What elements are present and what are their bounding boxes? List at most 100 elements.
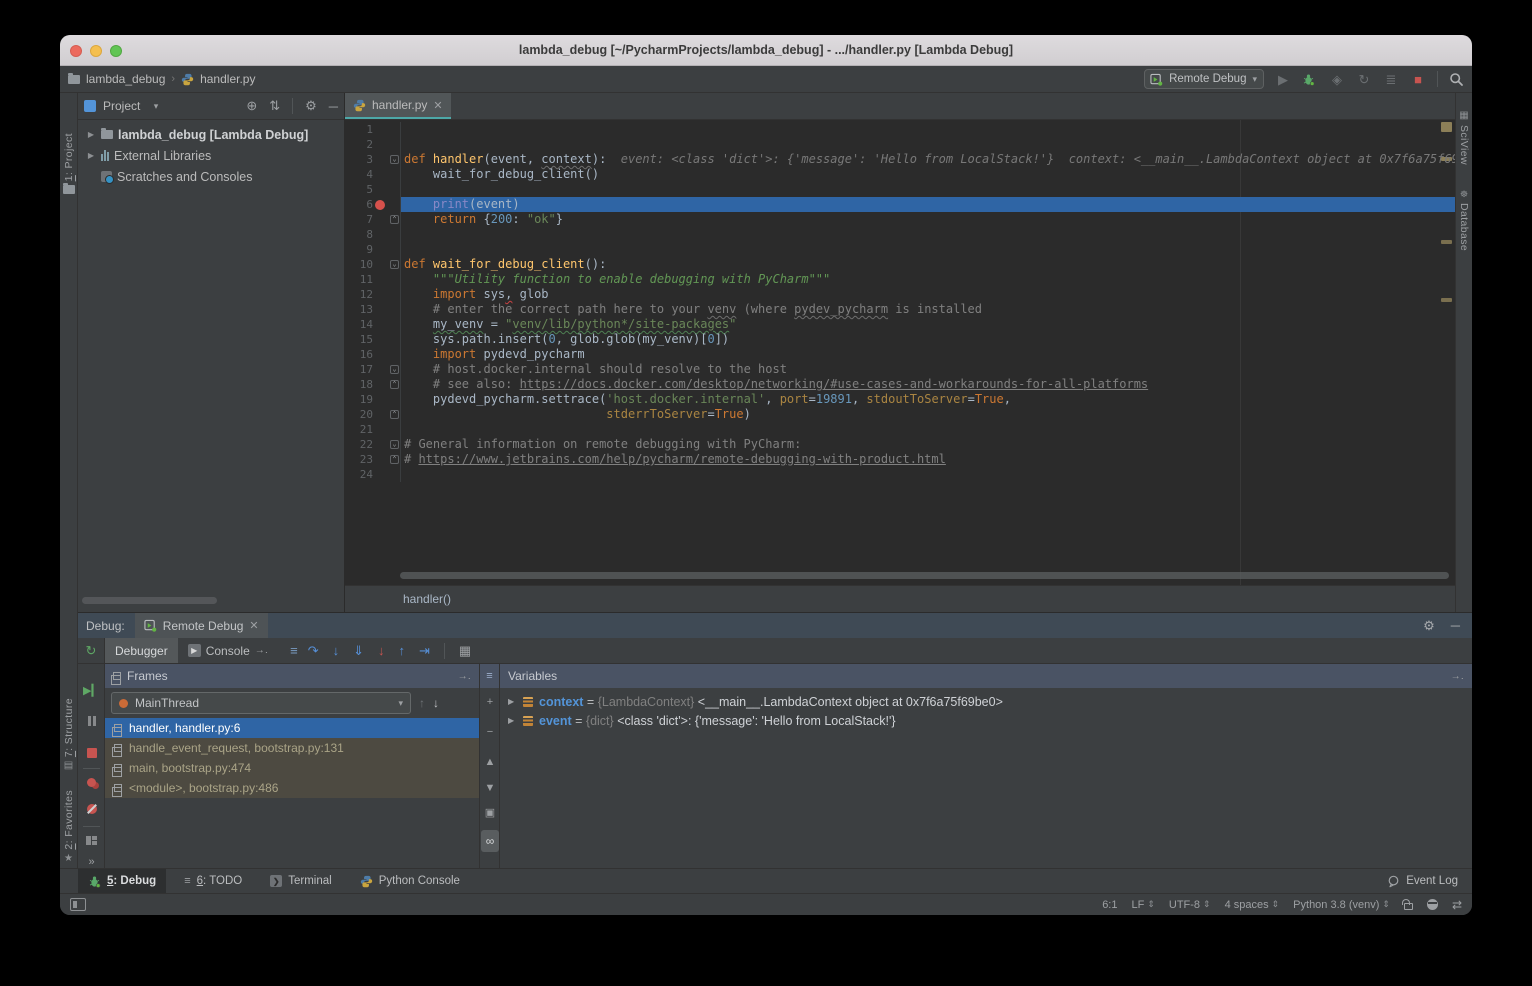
breadcrumb-project[interactable]: lambda_debug	[86, 72, 165, 86]
code-text[interactable]	[401, 137, 1455, 152]
breakpoint-gutter[interactable]	[373, 407, 389, 422]
line-number[interactable]: 13	[345, 302, 373, 317]
line-number[interactable]: 22	[345, 437, 373, 452]
code-text[interactable]: def handler(event, context): event: <cla…	[401, 152, 1455, 167]
more-icon[interactable]: »	[78, 856, 105, 868]
breakpoint-gutter[interactable]	[373, 152, 389, 167]
code-text[interactable]	[401, 182, 1455, 197]
code-line[interactable]: 15 sys.path.insert(0, glob.glob(my_venv)…	[345, 332, 1455, 347]
line-number[interactable]: 21	[345, 422, 373, 437]
line-number[interactable]: 6	[345, 197, 373, 212]
sidebar-item-database[interactable]: ☸Database	[1456, 189, 1472, 251]
code-line[interactable]: 3⌄def handler(event, context): event: <c…	[345, 152, 1455, 167]
line-number[interactable]: 20	[345, 407, 373, 422]
code-text[interactable]: print(event)	[401, 197, 1455, 212]
code-text[interactable]: def wait_for_debug_client():	[401, 257, 1455, 272]
breakpoint-gutter[interactable]	[373, 212, 389, 227]
code-text[interactable]: # https://www.jetbrains.com/help/pycharm…	[401, 452, 1455, 467]
code-text[interactable]: # host.docker.internal should resolve to…	[401, 362, 1455, 377]
run-to-cursor-icon[interactable]: ⇥	[419, 644, 430, 658]
tree-item[interactable]: ▶lambda_debug [Lambda Debug]	[78, 124, 344, 145]
toolwindow-tab-5-debug[interactable]: 5: Debug	[78, 869, 166, 894]
line-number[interactable]: 7	[345, 212, 373, 227]
zoom-button[interactable]	[110, 45, 122, 57]
tree-item[interactable]: Scratches and Consoles	[78, 166, 344, 187]
code-text[interactable]	[401, 422, 1455, 437]
breakpoint-gutter[interactable]	[373, 377, 389, 392]
code-text[interactable]	[401, 242, 1455, 257]
duplicate-watch-icon[interactable]: ▣	[480, 806, 500, 819]
hide-panel-icon[interactable]: ─	[1451, 618, 1460, 634]
code-line[interactable]: 18⌃ # see also: https://docs.docker.com/…	[345, 377, 1455, 392]
code-text[interactable]: stderrToServer=True)	[401, 407, 1455, 422]
search-everywhere-icon[interactable]	[1449, 72, 1464, 87]
frame-row[interactable]: handle_event_request, bootstrap.py:131	[105, 738, 479, 758]
editor-tab-handler-py[interactable]: handler.py ✕	[345, 93, 451, 119]
rerun-icon[interactable]: ↻	[86, 643, 97, 659]
close-tab-icon[interactable]: ✕	[433, 99, 442, 112]
breakpoint-gutter[interactable]	[373, 452, 389, 467]
expand-arrow-icon[interactable]: ▶	[86, 151, 96, 160]
code-text[interactable]	[401, 227, 1455, 242]
frame-row[interactable]: handler, handler.py:6	[105, 718, 479, 738]
toolwindow-tab-python-console[interactable]: Python Console	[350, 869, 470, 894]
line-number[interactable]: 23	[345, 452, 373, 467]
code-area[interactable]: 123⌄def handler(event, context): event: …	[345, 120, 1455, 585]
project-panel-title[interactable]: Project ▾	[103, 99, 158, 113]
locate-file-icon[interactable]: ⊕	[246, 98, 257, 114]
stop-icon[interactable]: ■	[1410, 73, 1426, 86]
line-number[interactable]: 5	[345, 182, 373, 197]
code-line[interactable]: 17⌄ # host.docker.internal should resolv…	[345, 362, 1455, 377]
fold-open-icon[interactable]: ⌄	[390, 155, 399, 164]
debug-bug-icon[interactable]	[1302, 73, 1318, 86]
step-over-icon[interactable]: ↷	[308, 644, 319, 658]
tree-item[interactable]: ▶External Libraries	[78, 145, 344, 166]
breakpoint-gutter[interactable]	[373, 137, 389, 152]
step-into-icon[interactable]: ↓	[333, 644, 340, 658]
code-text[interactable]: # General information on remote debuggin…	[401, 437, 1455, 452]
code-text[interactable]	[401, 122, 1455, 137]
line-number[interactable]: 4	[345, 167, 373, 182]
sidebar-item-2-favorites[interactable]: 2: Favorites★	[60, 790, 77, 864]
line-number[interactable]: 10	[345, 257, 373, 272]
code-text[interactable]: wait_for_debug_client()	[401, 167, 1455, 182]
move-up-icon[interactable]: ▲	[480, 756, 500, 768]
view-breakpoints-icon[interactable]	[78, 778, 105, 787]
pause-icon[interactable]	[78, 716, 105, 726]
code-line[interactable]: 8	[345, 227, 1455, 242]
sidebar-item-1-project[interactable]: 1: Project	[60, 133, 77, 194]
breakpoint-gutter[interactable]	[373, 317, 389, 332]
code-line[interactable]: 5	[345, 182, 1455, 197]
variable-row[interactable]: ▶context = {LambdaContext} <__main__.Lam…	[500, 692, 1472, 711]
gear-icon[interactable]: ⚙	[1423, 618, 1435, 634]
code-line[interactable]: 13 # enter the correct path here to your…	[345, 302, 1455, 317]
breakpoint-gutter[interactable]	[373, 122, 389, 137]
remove-watch-icon[interactable]: −	[480, 726, 500, 738]
minimize-button[interactable]	[90, 45, 102, 57]
fold-open-icon[interactable]: ⌄	[390, 440, 399, 449]
show-watches-icon[interactable]: ∞	[480, 830, 500, 852]
breadcrumb-function[interactable]: handler()	[403, 592, 451, 606]
code-line[interactable]: 2	[345, 137, 1455, 152]
fold-close-icon[interactable]: ⌃	[390, 215, 399, 224]
code-text[interactable]: import sys, glob	[401, 287, 1455, 302]
line-number[interactable]: 18	[345, 377, 373, 392]
code-line[interactable]: 22 ⌄# General information on remote debug…	[345, 437, 1455, 452]
code-line[interactable]: 23⌃# https://www.jetbrains.com/help/pych…	[345, 452, 1455, 467]
toolwindow-tab-6-todo[interactable]: ≡6: TODO	[174, 869, 252, 894]
previous-frame-icon[interactable]: ↑	[419, 696, 425, 710]
line-number[interactable]: 15	[345, 332, 373, 347]
line-number[interactable]: 16	[345, 347, 373, 362]
code-line[interactable]: 16 import pydevd_pycharm	[345, 347, 1455, 362]
float-mode-icon[interactable]: →․	[458, 671, 471, 682]
mute-breakpoints-icon[interactable]	[78, 804, 105, 814]
code-line[interactable]: 1	[345, 122, 1455, 137]
hector-inspections-icon[interactable]	[1427, 899, 1438, 910]
line-number[interactable]: 19	[345, 392, 373, 407]
code-line[interactable]: 7⌃ return {200: "ok"}	[345, 212, 1455, 227]
coverage-icon[interactable]: ↻	[1356, 73, 1372, 86]
code-text[interactable]: # enter the correct path here to your ve…	[401, 302, 1455, 317]
hide-panel-icon[interactable]: ─	[329, 99, 338, 114]
code-text[interactable]: # see also: https://docs.docker.com/desk…	[401, 377, 1455, 392]
sidebar-item-sciview[interactable]: ▦SciView	[1456, 111, 1472, 165]
